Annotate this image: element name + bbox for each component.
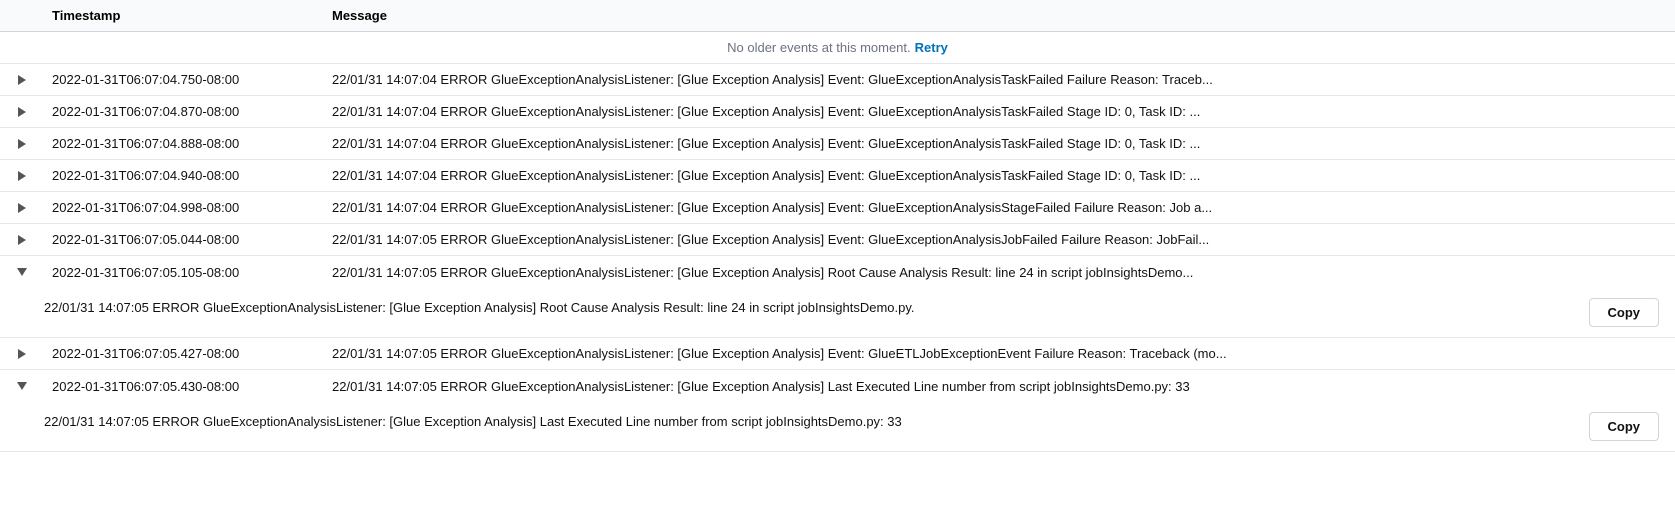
message-cell: 22/01/31 14:07:04 ERROR GlueExceptionAna… <box>324 130 1675 157</box>
table-row-expanded: 2022-01-31T06:07:05.430-08:00 22/01/31 1… <box>0 370 1675 402</box>
no-older-text: No older events at this moment. <box>727 40 911 55</box>
expand-right-icon <box>18 107 26 117</box>
expand-button-row2[interactable] <box>0 107 44 117</box>
expanded-content-row9: 22/01/31 14:07:05 ERROR GlueExceptionAna… <box>0 402 1675 452</box>
timestamp-cell: 2022-01-31T06:07:05.427-08:00 <box>44 340 324 367</box>
expanded-text-row9: 22/01/31 14:07:05 ERROR GlueExceptionAna… <box>44 412 1573 432</box>
expand-right-icon <box>18 203 26 213</box>
timestamp-cell: 2022-01-31T06:07:04.888-08:00 <box>44 130 324 157</box>
timestamp-cell: 2022-01-31T06:07:04.870-08:00 <box>44 98 324 125</box>
expand-right-icon <box>18 171 26 181</box>
message-cell: 22/01/31 14:07:05 ERROR GlueExceptionAna… <box>324 226 1675 253</box>
expand-button-row4[interactable] <box>0 171 44 181</box>
expand-button-row1[interactable] <box>0 75 44 85</box>
message-cell: 22/01/31 14:07:04 ERROR GlueExceptionAna… <box>324 66 1675 93</box>
expand-button-row8[interactable] <box>0 349 44 359</box>
timestamp-header: Timestamp <box>44 8 324 23</box>
table-row: 2022-01-31T06:07:05.427-08:00 22/01/31 1… <box>0 338 1675 370</box>
expand-down-icon <box>17 268 27 276</box>
expanded-content-row7: 22/01/31 14:07:05 ERROR GlueExceptionAna… <box>0 288 1675 338</box>
table-row: 2022-01-31T06:07:04.870-08:00 22/01/31 1… <box>0 96 1675 128</box>
table-row: 2022-01-31T06:07:04.940-08:00 22/01/31 1… <box>0 160 1675 192</box>
message-header: Message <box>324 8 1675 23</box>
timestamp-cell: 2022-01-31T06:07:04.940-08:00 <box>44 162 324 189</box>
table-row: 2022-01-31T06:07:04.998-08:00 22/01/31 1… <box>0 192 1675 224</box>
expanded-text-row7: 22/01/31 14:07:05 ERROR GlueExceptionAna… <box>44 298 1573 318</box>
message-cell: 22/01/31 14:07:04 ERROR GlueExceptionAna… <box>324 194 1675 221</box>
expand-right-icon <box>18 75 26 85</box>
timestamp-cell: 2022-01-31T06:07:04.750-08:00 <box>44 66 324 93</box>
expand-right-icon <box>18 235 26 245</box>
timestamp-cell: 2022-01-31T06:07:05.430-08:00 <box>44 373 324 400</box>
timestamp-cell: 2022-01-31T06:07:05.105-08:00 <box>44 259 324 286</box>
timestamp-cell: 2022-01-31T06:07:04.998-08:00 <box>44 194 324 221</box>
message-cell: 22/01/31 14:07:05 ERROR GlueExceptionAna… <box>324 259 1675 286</box>
table-header: Timestamp Message <box>0 0 1675 32</box>
message-cell: 22/01/31 14:07:05 ERROR GlueExceptionAna… <box>324 373 1675 400</box>
message-cell: 22/01/31 14:07:04 ERROR GlueExceptionAna… <box>324 162 1675 189</box>
message-cell: 22/01/31 14:07:04 ERROR GlueExceptionAna… <box>324 98 1675 125</box>
expand-button-row5[interactable] <box>0 203 44 213</box>
table-row: 2022-01-31T06:07:05.044-08:00 22/01/31 1… <box>0 224 1675 256</box>
table-row: 2022-01-31T06:07:04.750-08:00 22/01/31 1… <box>0 64 1675 96</box>
retry-link[interactable]: Retry <box>915 40 948 55</box>
no-older-events-row: No older events at this moment. Retry <box>0 32 1675 64</box>
log-table: Timestamp Message No older events at thi… <box>0 0 1675 510</box>
expand-button-row7[interactable] <box>0 268 44 276</box>
expand-right-icon <box>18 349 26 359</box>
expand-right-icon <box>18 139 26 149</box>
table-row-expanded: 2022-01-31T06:07:05.105-08:00 22/01/31 1… <box>0 256 1675 288</box>
expand-button-row6[interactable] <box>0 235 44 245</box>
expand-button-row3[interactable] <box>0 139 44 149</box>
expand-down-icon <box>17 382 27 390</box>
expand-button-row9[interactable] <box>0 382 44 390</box>
timestamp-cell: 2022-01-31T06:07:05.044-08:00 <box>44 226 324 253</box>
message-cell: 22/01/31 14:07:05 ERROR GlueExceptionAna… <box>324 340 1675 367</box>
copy-button-row9[interactable]: Copy <box>1589 412 1660 441</box>
copy-button-row7[interactable]: Copy <box>1589 298 1660 327</box>
table-row: 2022-01-31T06:07:04.888-08:00 22/01/31 1… <box>0 128 1675 160</box>
